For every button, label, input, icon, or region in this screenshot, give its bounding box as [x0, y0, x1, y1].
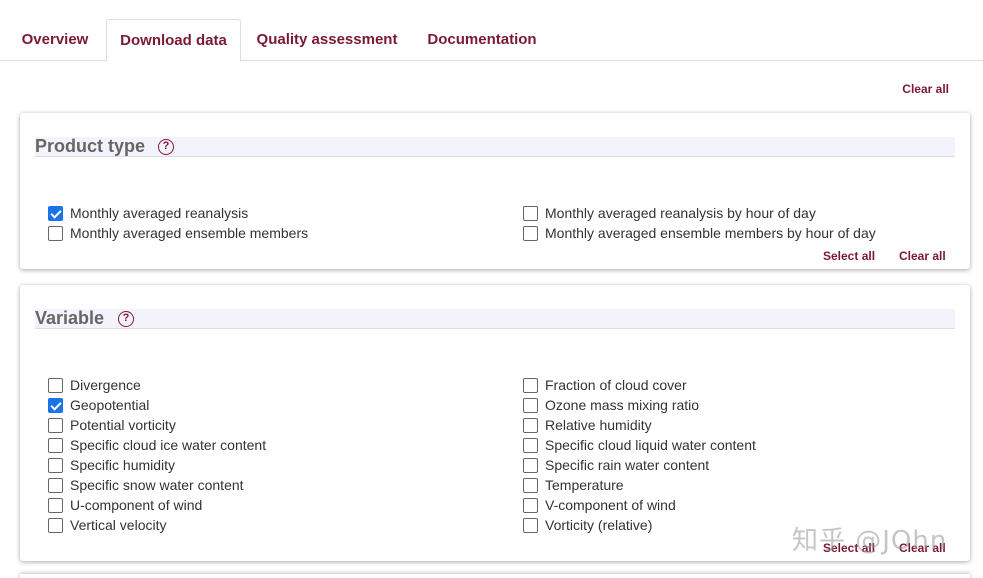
select-all-link[interactable]: Select all [823, 249, 875, 263]
option-monthly-averaged-reanalysis[interactable]: Monthly averaged reanalysis [48, 204, 248, 222]
clear-all-link[interactable]: Clear all [902, 82, 949, 96]
checkbox[interactable] [48, 437, 63, 453]
option-monthly-averaged-ensemble-members-by-hour[interactable]: Monthly averaged ensemble members by hou… [523, 224, 876, 242]
tab-documentation[interactable]: Documentation [416, 19, 548, 61]
option-label: Potential vorticity [70, 417, 176, 433]
option-label: Monthly averaged reanalysis [70, 205, 249, 221]
option-specific-cloud-ice-water-content[interactable]: Specific cloud ice water content [48, 436, 266, 454]
option-specific-snow-water-content[interactable]: Specific snow water content [48, 476, 244, 494]
option-vertical-velocity[interactable]: Vertical velocity [48, 516, 166, 534]
tab-bar: Overview Download data Quality assessmen… [0, 0, 983, 62]
watermark: 知乎 @JOhn [792, 526, 948, 556]
help-icon[interactable]: ? [158, 139, 174, 155]
checkbox[interactable] [48, 225, 63, 241]
checkbox[interactable] [523, 377, 538, 393]
option-v-component-of-wind[interactable]: V-component of wind [523, 496, 676, 514]
tab-overview[interactable]: Overview [8, 19, 102, 61]
clear-all-link[interactable]: Clear all [899, 249, 946, 263]
checkbox[interactable] [523, 397, 538, 413]
option-label: Vertical velocity [70, 517, 167, 533]
option-label: Relative humidity [545, 417, 652, 433]
checkbox[interactable] [48, 517, 63, 533]
checkbox[interactable] [523, 517, 538, 533]
option-potential-vorticity[interactable]: Potential vorticity [48, 416, 176, 434]
option-u-component-of-wind[interactable]: U-component of wind [48, 496, 202, 514]
option-specific-rain-water-content[interactable]: Specific rain water content [523, 456, 709, 474]
option-fraction-of-cloud-cover[interactable]: Fraction of cloud cover [523, 376, 687, 394]
checkbox[interactable] [523, 225, 538, 241]
checkbox[interactable] [523, 205, 538, 221]
checkbox[interactable] [48, 397, 63, 413]
option-ozone-mass-mixing-ratio[interactable]: Ozone mass mixing ratio [523, 396, 699, 414]
checkbox[interactable] [523, 477, 538, 493]
variable-header-bar [35, 309, 955, 329]
checkbox[interactable] [48, 457, 63, 473]
option-label: Vorticity (relative) [545, 517, 653, 533]
option-label: Fraction of cloud cover [545, 377, 687, 393]
checkbox[interactable] [523, 457, 538, 473]
option-specific-cloud-liquid-water-content[interactable]: Specific cloud liquid water content [523, 436, 756, 454]
download-form-page: Overview Download data Quality assessmen… [0, 0, 983, 578]
product-type-title: Product type [35, 136, 146, 156]
option-geopotential[interactable]: Geopotential [48, 396, 149, 414]
option-label: Specific humidity [70, 457, 176, 473]
option-label: Ozone mass mixing ratio [545, 397, 700, 413]
checkbox[interactable] [523, 437, 538, 453]
option-label: Temperature [545, 477, 624, 493]
option-monthly-averaged-reanalysis-by-hour[interactable]: Monthly averaged reanalysis by hour of d… [523, 204, 816, 222]
variable-title: Variable [35, 308, 105, 328]
option-relative-humidity[interactable]: Relative humidity [523, 416, 652, 434]
option-label: Specific snow water content [70, 477, 244, 493]
checkbox[interactable] [523, 497, 538, 513]
option-label: Geopotential [70, 397, 150, 413]
option-label: Divergence [70, 377, 141, 393]
checkbox[interactable] [48, 205, 63, 221]
tab-download-data[interactable]: Download data [106, 19, 241, 62]
option-specific-humidity[interactable]: Specific humidity [48, 456, 175, 474]
option-label: Monthly averaged reanalysis by hour of d… [545, 205, 816, 221]
checkbox[interactable] [523, 417, 538, 433]
option-temperature[interactable]: Temperature [523, 476, 624, 494]
checkbox[interactable] [48, 377, 63, 393]
next-card-edge [20, 574, 970, 578]
checkbox[interactable] [48, 477, 63, 493]
checkbox[interactable] [48, 497, 63, 513]
option-divergence[interactable]: Divergence [48, 376, 141, 394]
option-vorticity-relative[interactable]: Vorticity (relative) [523, 516, 652, 534]
option-label: Specific cloud liquid water content [545, 437, 756, 453]
option-label: V-component of wind [545, 497, 676, 513]
option-monthly-averaged-ensemble-members[interactable]: Monthly averaged ensemble members [48, 224, 308, 242]
checkbox[interactable] [48, 417, 63, 433]
tab-quality-assessment[interactable]: Quality assessment [248, 19, 406, 61]
help-icon[interactable]: ? [118, 311, 134, 327]
option-label: U-component of wind [70, 497, 203, 513]
option-label: Monthly averaged ensemble members by hou… [545, 225, 876, 241]
option-label: Monthly averaged ensemble members [70, 225, 309, 241]
option-label: Specific cloud ice water content [70, 437, 267, 453]
option-label: Specific rain water content [545, 457, 710, 473]
product-type-card: Product type ? Monthly averaged reanalys… [20, 113, 970, 269]
